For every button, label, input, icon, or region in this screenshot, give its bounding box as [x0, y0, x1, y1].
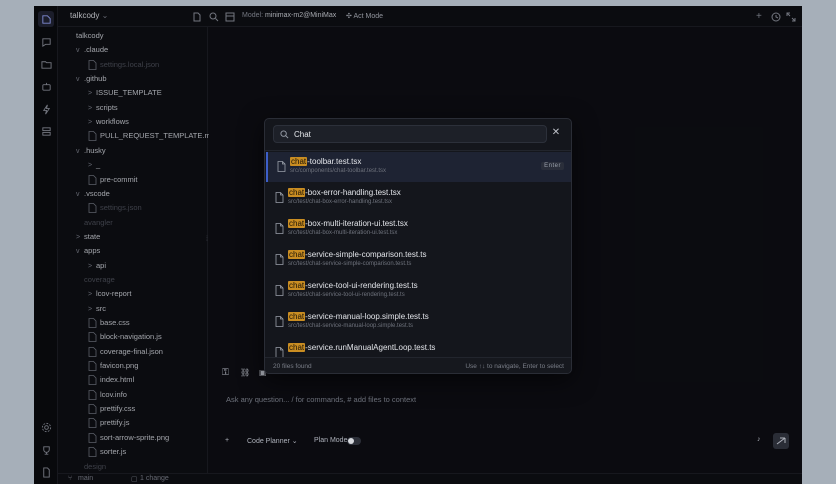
result-filename: chat-box-multi-iteration-ui.test.tsx	[288, 219, 408, 228]
file-icon	[275, 254, 284, 265]
file-search-palette: ✕ chat-toolbar.test.tsxsrc/components/ch…	[264, 118, 572, 374]
search-result[interactable]: chat-service-tool-ui-rendering.test.ts sr…	[266, 276, 571, 306]
mic-icon[interactable]: ♪	[757, 436, 761, 443]
result-filename: chat-service.runManualAgentLoop.test.ts	[288, 343, 435, 352]
file-search-input[interactable]	[294, 127, 534, 141]
result-path: src/test/chat-service-tool-ui-rendering.…	[288, 292, 405, 298]
chat-input-box[interactable]: Ask any question... / for commands, # ad…	[214, 382, 796, 454]
chat-input-placeholder: Ask any question... / for commands, # ad…	[226, 395, 417, 404]
toggle-knob	[348, 438, 354, 444]
result-path: src/test/chat-service-simple-comparison.…	[288, 261, 412, 267]
file-icon	[275, 192, 284, 203]
result-filename: chat-service-tool-ui-rendering.test.ts	[288, 281, 418, 290]
result-filename: chat-service-simple-comparison.test.ts	[288, 250, 427, 259]
search-icon	[280, 130, 289, 139]
file-icon	[275, 285, 284, 296]
send-button[interactable]	[773, 433, 789, 449]
result-path: src/test/chat-box-error-handling.test.ts…	[288, 199, 393, 205]
search-box	[273, 125, 547, 143]
result-path: src/test/chat-box-multi-iteration-ui.tes…	[288, 230, 398, 236]
file-icon	[275, 316, 284, 327]
match-highlight: chat	[288, 312, 306, 321]
file-icon	[277, 161, 286, 172]
close-icon[interactable]: ✕	[551, 128, 561, 138]
search-result[interactable]: chat-service-simple-comparison.test.ts sr…	[266, 245, 571, 275]
match-highlight: chat	[288, 188, 306, 197]
match-highlight: chat	[288, 219, 306, 228]
result-path: src/components/chat-toolbar.test.tsx	[290, 168, 387, 174]
navigation-hint: Use ↑↓ to navigate, Enter to select	[465, 363, 564, 370]
chevron-down-icon: ⌄	[291, 438, 298, 445]
search-result[interactable]: chat-toolbar.test.tsx src/components/chat…	[266, 152, 571, 182]
filename-rest: -toolbar.test.tsx	[307, 157, 362, 166]
result-filename: chat-box-error-handling.test.tsx	[288, 188, 401, 197]
link-icon[interactable]: ⛓	[240, 368, 250, 377]
file-icon	[275, 223, 284, 234]
filename-rest: -service-tool-ui-rendering.test.ts	[305, 281, 418, 290]
result-filename: chat-service-manual-loop.simple.test.ts	[288, 312, 429, 321]
search-result[interactable]: chat-box-error-handling.test.tsx src/test…	[266, 183, 571, 213]
filename-rest: -service-manual-loop.simple.test.ts	[305, 312, 429, 321]
match-highlight: chat	[288, 250, 306, 259]
plan-mode-label: Plan Mode	[314, 437, 348, 444]
divider	[265, 150, 571, 151]
plan-mode-toggle[interactable]	[347, 437, 361, 445]
filename-rest: -box-error-handling.test.tsx	[305, 188, 401, 197]
search-result[interactable]: chat-box-multi-iteration-ui.test.tsx src/…	[266, 214, 571, 244]
filename-rest: -service.runManualAgentLoop.test.ts	[305, 343, 436, 352]
key-icon[interactable]: ⚿	[222, 367, 229, 378]
match-highlight: chat	[288, 343, 306, 352]
send-icon	[776, 437, 786, 445]
enter-key-badge: Enter	[541, 162, 564, 170]
palette-footer: 20 files found Use ↑↓ to navigate, Enter…	[265, 357, 571, 373]
result-path: src/test/chat-service-manual-loop.simple…	[288, 323, 414, 329]
result-count: 20 files found	[273, 363, 312, 370]
result-filename: chat-toolbar.test.tsx	[290, 157, 361, 166]
filename-rest: -box-multi-iteration-ui.test.tsx	[305, 219, 408, 228]
filename-rest: -service-simple-comparison.test.ts	[305, 250, 427, 259]
agent-selector[interactable]: Code Planner ⌄	[247, 437, 298, 445]
agent-label: Code Planner	[247, 438, 290, 445]
match-highlight: chat	[288, 281, 306, 290]
attach-icon[interactable]: +	[225, 437, 229, 444]
search-result[interactable]: chat-service-manual-loop.simple.test.ts s…	[266, 307, 571, 337]
match-highlight: chat	[290, 157, 308, 166]
